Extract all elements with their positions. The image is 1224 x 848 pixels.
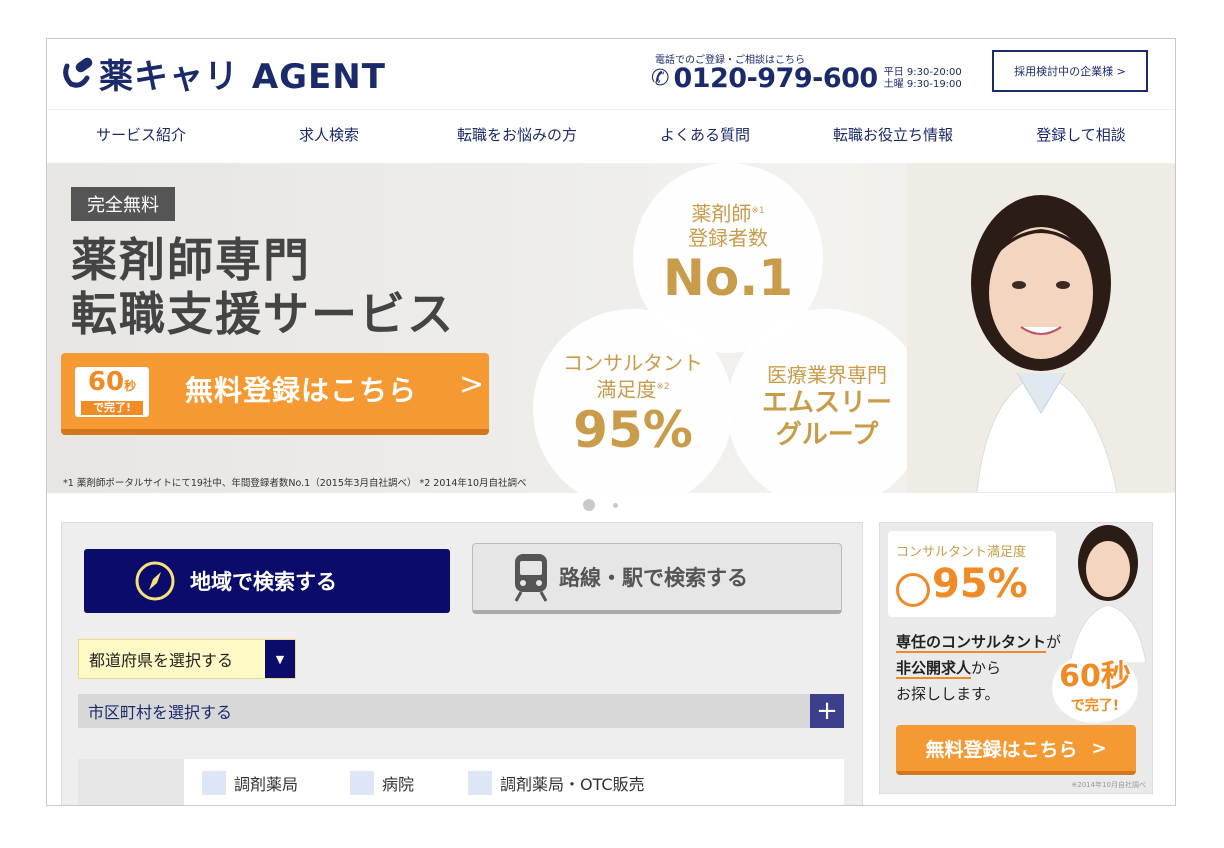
consultant-photo <box>1069 525 1147 663</box>
circle2-note: ※2 <box>656 382 670 392</box>
tab-area-label: 地域で検索する <box>190 570 337 594</box>
city-select-label: 市区町村を選択する <box>88 703 233 722</box>
chevron-right-icon: > <box>459 367 485 402</box>
nav-item-register[interactable]: 登録して相談 <box>987 110 1175 162</box>
tab-route-search[interactable]: 路線・駅で検索する <box>472 543 842 614</box>
stat-circle-satisfaction: コンサルタント 満足度※2 95% <box>533 309 733 493</box>
checkbox-label: 調剤薬局・OTC販売 <box>500 775 645 794</box>
sixty-seconds-badge: 60秒 で完了! <box>75 367 149 417</box>
phone-contact: 電話でのご登録・ご相談はこちら ✆ 0120-979-600 平日 9:30-2… <box>651 49 981 99</box>
pharmacist-photo <box>907 163 1175 493</box>
business-hours: 平日 9:30-20:00 土曜 9:30-19:00 <box>884 67 962 91</box>
stat-circle-m3-group: 医療業界専門 エムスリー グループ <box>727 309 927 493</box>
nav-item-faq[interactable]: よくある質問 <box>611 110 799 162</box>
side-text-line2-tail: から <box>971 659 1002 677</box>
circle2-line2: 満足度 <box>596 377 657 402</box>
prefecture-select[interactable]: 都道府県を選択する ▼ <box>78 639 296 679</box>
chevron-right-icon: > <box>1091 737 1107 759</box>
checkbox-label: 調剤薬局 <box>234 775 299 794</box>
hero-register-label: 無料登録はこちら <box>185 374 418 407</box>
checkbox-hospital[interactable]: 病院 <box>350 771 414 795</box>
checkbox-box[interactable] <box>350 771 374 795</box>
side-register-label: 無料登録はこちら <box>925 738 1078 761</box>
checkbox-box[interactable] <box>468 771 492 795</box>
global-nav: サービス紹介 求人検索 転職をお悩みの方 よくある質問 転職お役立ち情報 登録し… <box>47 110 1175 162</box>
chevron-down-icon: ▼ <box>265 640 295 678</box>
side-sixty-badge: 60秒 で完了! <box>1052 653 1138 723</box>
free-badge: 完全無料 <box>71 187 175 221</box>
tab-area-search[interactable]: 地域で検索する <box>84 549 450 613</box>
business-type-filter: 業種 調剤薬局 病院 調剤薬局・OTC販売 <box>78 759 844 805</box>
prefecture-select-label: 都道府県を選択する <box>89 651 234 670</box>
pill-logo-icon <box>63 57 93 88</box>
compass-icon <box>135 561 175 601</box>
job-search-panel: 地域で検索する 路線・駅で検索する 都道府県を選択する ▼ 市区町村を選択する … <box>61 522 863 805</box>
sixty-number: 60 <box>87 367 125 397</box>
hero-register-button[interactable]: 60秒 で完了! 無料登録はこちら > <box>61 353 489 435</box>
hero-banner[interactable]: 完全無料 薬剤師専門 転職支援サービス 60秒 で完了! 無料登録はこちら > … <box>47 163 1175 493</box>
nav-item-service[interactable]: サービス紹介 <box>47 110 235 162</box>
side-text-line2: 非公開求人 <box>896 659 972 679</box>
checkbox-label: 病院 <box>382 775 415 794</box>
plus-icon[interactable]: + <box>810 694 844 728</box>
nav-item-job-search[interactable]: 求人検索 <box>235 110 423 162</box>
sixty-done: で完了! <box>81 401 143 415</box>
satisfaction-percent: 95% <box>932 561 1028 607</box>
carousel-dot-active[interactable] <box>583 499 595 511</box>
side-text-line3: お探しします。 <box>896 685 1000 703</box>
site-logo[interactable]: 薬キャリ AGENT <box>61 51 386 97</box>
tab-route-label: 路線・駅で検索する <box>559 566 748 590</box>
sixty-unit: 秒 <box>124 379 137 393</box>
circle3-line1: 医療業界専門 <box>767 363 887 387</box>
side-description: 専任のコンサルタントが 非公開求人から お探しします。 <box>896 629 1061 707</box>
side-register-button[interactable]: 無料登録はこちら > <box>896 725 1136 775</box>
side-text-line1: 専任のコンサルタント <box>896 633 1047 653</box>
circle3-line2: エムスリー <box>761 388 892 418</box>
checkbox-box[interactable] <box>202 771 226 795</box>
carousel-dots <box>583 499 618 511</box>
side-register-banner[interactable]: コンサルタント満足度 95% 専任のコンサルタントが 非公開求人から お探ししま… <box>879 522 1153 794</box>
browser-page: 薬キャリ AGENT 電話でのご登録・ご相談はこちら ✆ 0120-979-60… <box>46 38 1176 806</box>
nav-item-career-info[interactable]: 転職お役立ち情報 <box>799 110 987 162</box>
nav-item-career-worries[interactable]: 転職をお悩みの方 <box>423 110 611 162</box>
hero-title-line1: 薬剤師専門 <box>71 233 311 287</box>
logo-text: 薬キャリ AGENT <box>99 56 386 97</box>
carousel-dot[interactable] <box>613 502 618 508</box>
satisfaction-panel: コンサルタント満足度 95% <box>888 531 1056 617</box>
hero-title: 薬剤師専門 転職支援サービス <box>71 233 455 341</box>
circle1-line2: 登録者数 <box>688 225 768 250</box>
hours-saturday: 土曜 9:30-19:00 <box>883 78 962 90</box>
circle3-line3: グループ <box>775 420 879 450</box>
side-text-line1-tail: が <box>1046 633 1062 651</box>
smile-icon <box>896 573 930 607</box>
side-sixty-done: で完了! <box>1070 698 1120 714</box>
hero-title-line2: 転職支援サービス <box>71 287 455 341</box>
corporate-button[interactable]: 採用検討中の企業様 > <box>992 50 1148 92</box>
site-header: 薬キャリ AGENT 電話でのご登録・ご相談はこちら ✆ 0120-979-60… <box>47 39 1175 110</box>
satisfaction-headline: コンサルタント満足度 <box>896 545 1027 560</box>
hero-footnote: *1 薬剤師ポータルサイトにて19社中、年間登録者数No.1（2015年3月自社… <box>63 478 527 489</box>
checkbox-pharmacy-otc[interactable]: 調剤薬局・OTC販売 <box>468 771 645 795</box>
city-select[interactable]: 市区町村を選択する + <box>78 694 844 728</box>
circle2-big: 95% <box>573 400 693 459</box>
circle1-note: ※1 <box>751 206 765 216</box>
circle1-line1: 薬剤師 <box>691 201 752 226</box>
circle2-line1: コンサルタント <box>563 351 703 375</box>
train-icon <box>514 554 548 602</box>
business-type-label: 業種 <box>78 759 184 805</box>
checkbox-dispensing-pharmacy[interactable]: 調剤薬局 <box>202 771 298 795</box>
circle1-big: No.1 <box>663 248 793 307</box>
side-note: ※2014年10月自社調べ <box>1071 781 1146 789</box>
side-sixty-number: 60秒 <box>1059 659 1131 694</box>
hours-weekday: 平日 9:30-20:00 <box>883 66 962 78</box>
phone-icon: ✆ <box>651 66 670 91</box>
phone-number[interactable]: 0120-979-600 <box>673 63 878 94</box>
